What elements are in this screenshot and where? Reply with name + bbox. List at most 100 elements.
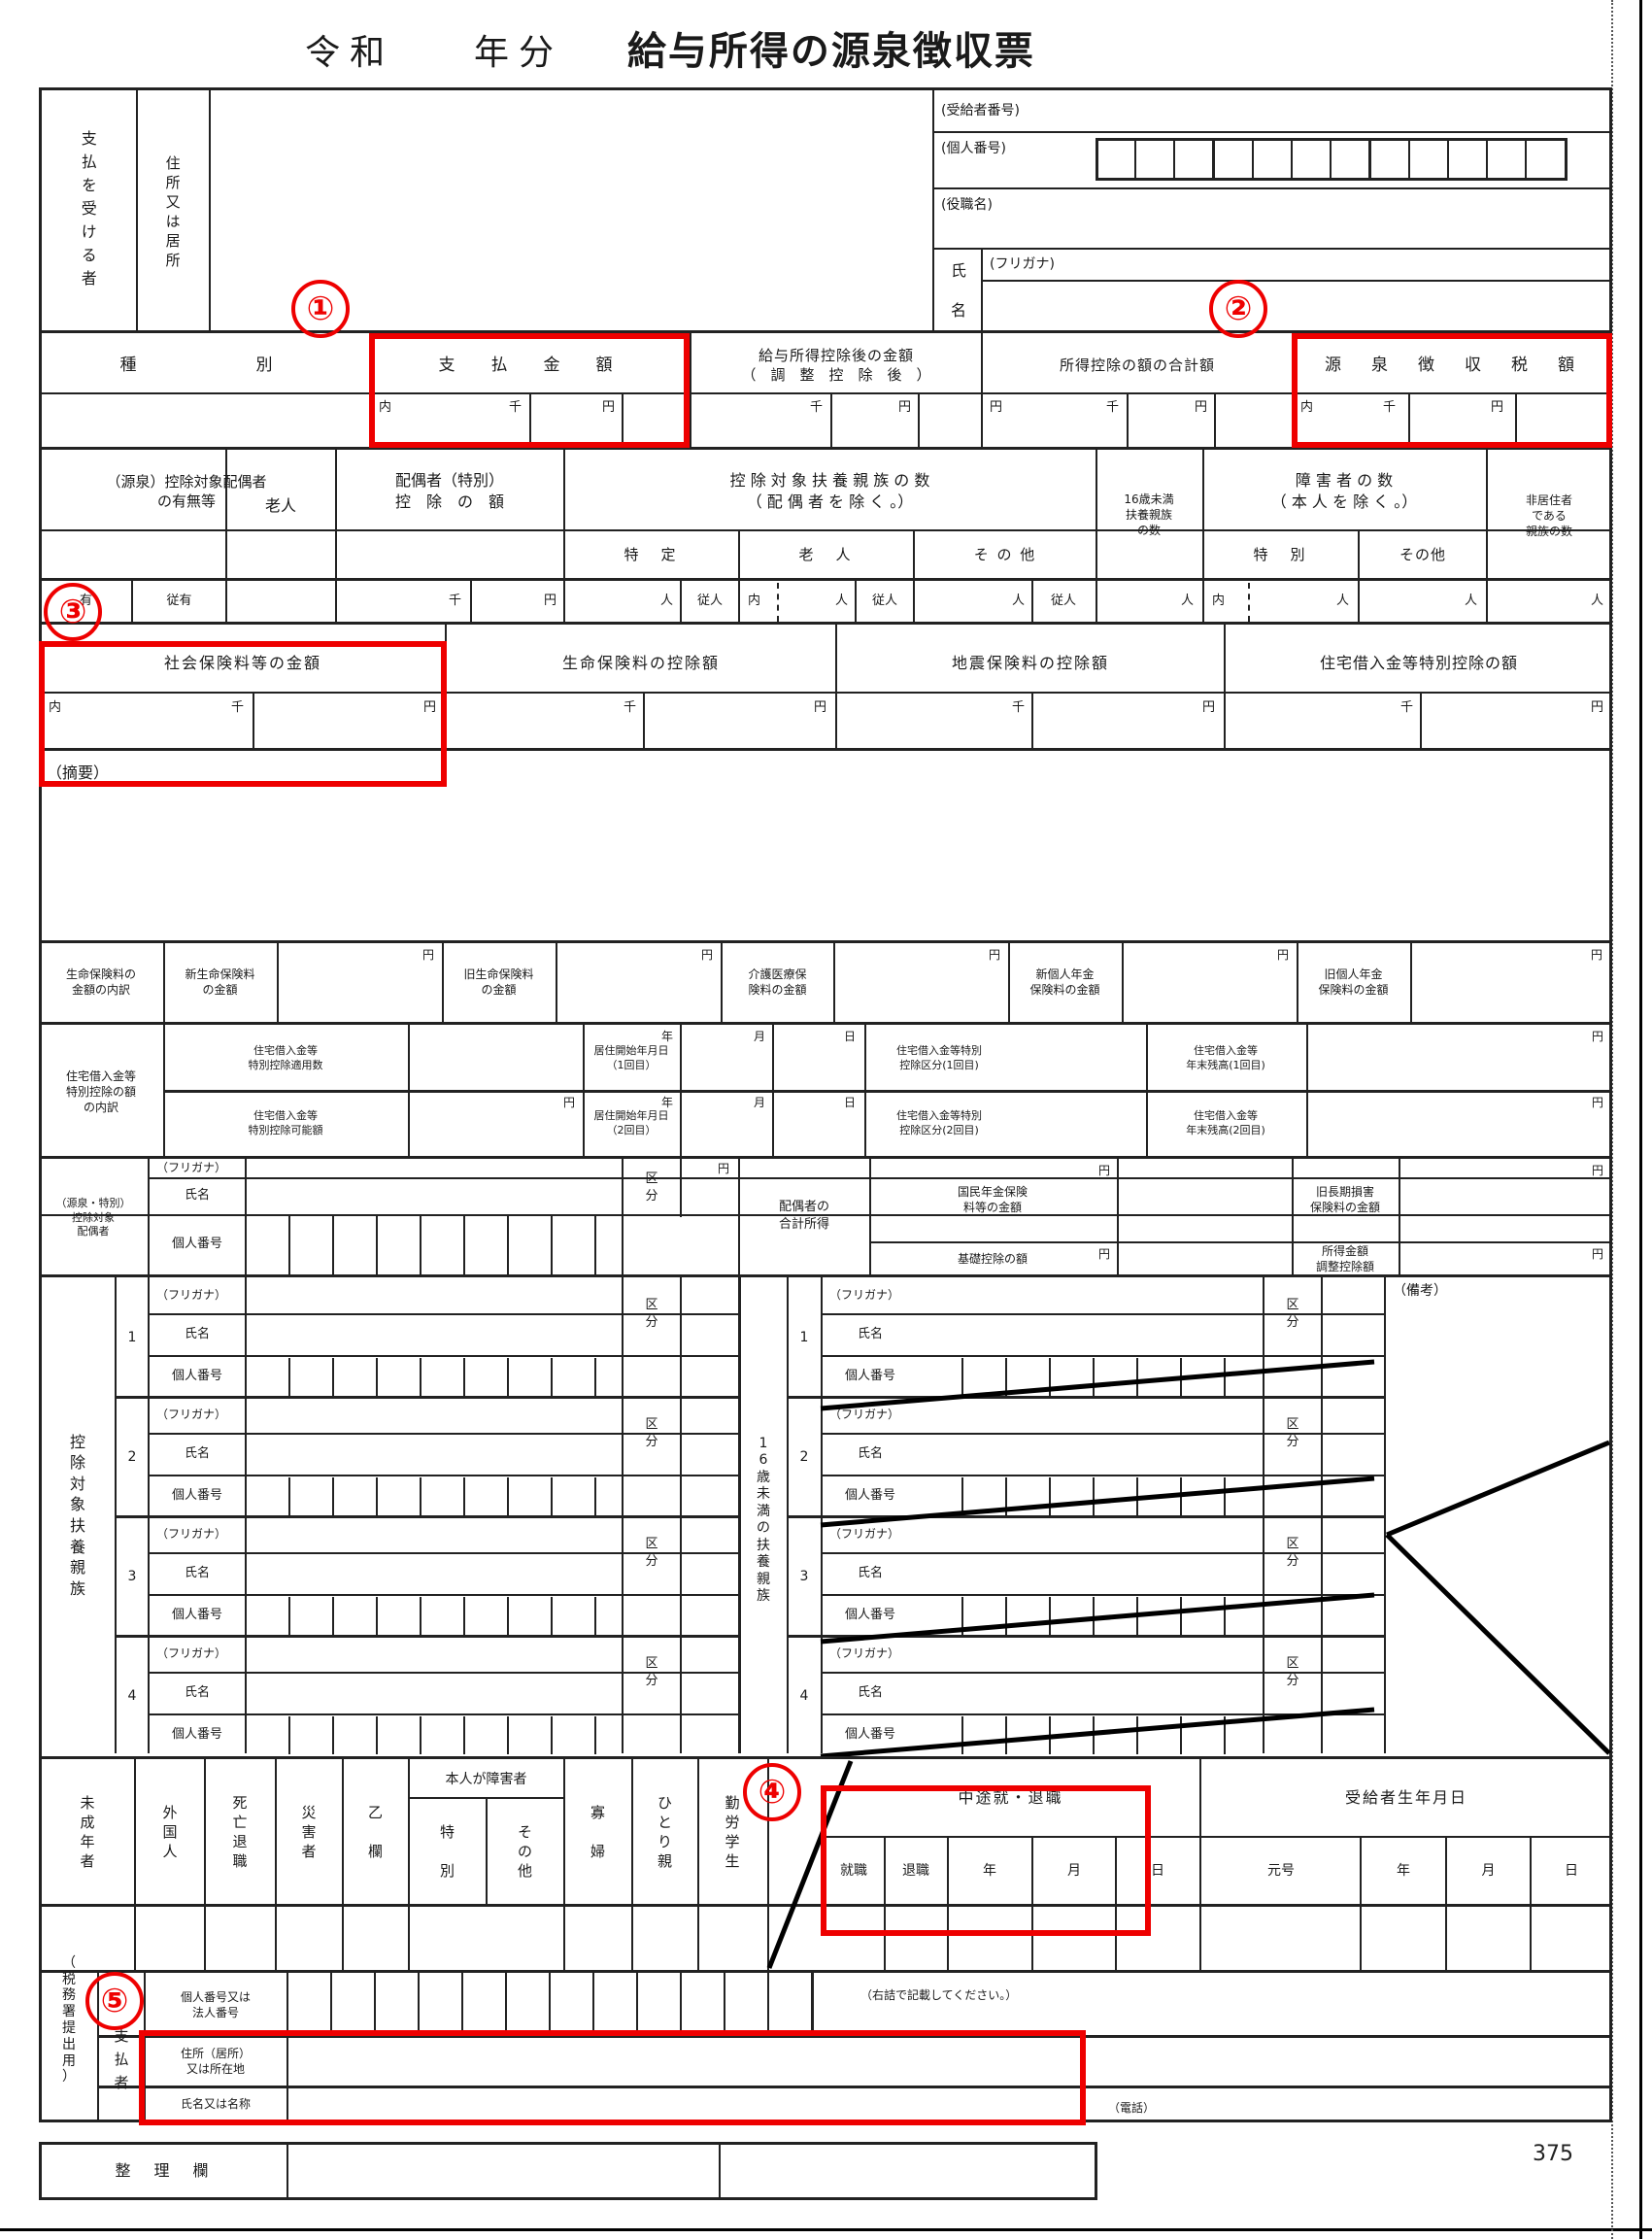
furigana-label: (フリガナ) bbox=[990, 255, 1055, 272]
divider bbox=[148, 1159, 150, 1277]
care-medical-label: 介護医療保 険料の金額 bbox=[748, 967, 807, 997]
divider bbox=[1031, 694, 1033, 748]
personal-number-boxes[interactable] bbox=[1096, 138, 1568, 181]
divider bbox=[622, 394, 624, 447]
dependents-right-label: 1 6 歳 未 満 の 扶 養 親 族 bbox=[757, 1435, 770, 1605]
spouse-income-label: 配偶者の 合計所得 bbox=[778, 1200, 829, 1232]
divider bbox=[39, 1274, 1612, 1277]
name-label: 氏名 bbox=[184, 1326, 210, 1341]
annotation-marker-1: ① bbox=[291, 280, 350, 338]
status-b-column: 乙 欄 bbox=[367, 1803, 383, 1861]
pn-cell-div bbox=[507, 1216, 509, 1274]
marker-inner: 内 bbox=[379, 399, 392, 415]
pn-cell-div bbox=[636, 1973, 638, 2035]
job-title-label: (役職名) bbox=[941, 196, 993, 213]
pn-cell-div bbox=[1525, 138, 1527, 181]
pn-cell-div bbox=[594, 1216, 596, 1274]
receipt-number-label: (受給者番号) bbox=[941, 102, 1020, 119]
pn-cell-div bbox=[592, 1973, 594, 2035]
status-foreigner: 外 国 人 bbox=[162, 1803, 178, 1861]
row-index: 2 bbox=[799, 1448, 809, 1465]
pn-cell-div bbox=[724, 1973, 725, 2035]
divider bbox=[245, 1159, 247, 1277]
classification-label: 区 分 bbox=[645, 1537, 658, 1569]
marker-yen: 円 bbox=[601, 399, 615, 415]
yen-marker: 円 bbox=[1097, 1247, 1110, 1261]
retirement-day-label: 日 bbox=[1151, 1862, 1164, 1879]
unit-person: 人 bbox=[659, 593, 673, 608]
name-label: 氏名 bbox=[184, 1684, 210, 1700]
divider bbox=[115, 1635, 738, 1638]
marker-thousand: 千 bbox=[230, 699, 244, 715]
divider bbox=[932, 187, 1612, 189]
unit-follow-person: 従人 bbox=[871, 593, 897, 608]
divider bbox=[833, 943, 835, 1022]
payer-address-label: 住所（居所） 又は所在地 bbox=[180, 2046, 251, 2076]
divider bbox=[1122, 943, 1124, 1022]
special-label: 特 別 bbox=[1253, 546, 1309, 564]
divider bbox=[277, 943, 279, 1022]
divider bbox=[932, 248, 1612, 250]
year-end-1-label: 住宅借入金等 年末残高(1回目) bbox=[1186, 1044, 1265, 1071]
yen-marker: 円 bbox=[717, 1162, 729, 1175]
divider bbox=[287, 2142, 288, 2200]
annotation-marker-5: ⑤ bbox=[85, 1972, 144, 2030]
marker-thousand: 千 bbox=[1399, 699, 1413, 715]
divider bbox=[772, 1025, 774, 1159]
marker-thousand: 千 bbox=[1011, 699, 1025, 715]
name-label: 氏名 bbox=[184, 1445, 210, 1461]
marker-yen: 円 bbox=[897, 399, 911, 415]
marker-thousand: 千 bbox=[1105, 399, 1119, 415]
divider bbox=[39, 578, 1612, 581]
divider bbox=[148, 1594, 738, 1596]
pn-cell-div bbox=[420, 1216, 421, 1274]
pn-cell-div bbox=[418, 1973, 420, 2035]
divider bbox=[39, 447, 1612, 450]
housing-loan-header: 住宅借入金等特別控除の額 bbox=[1319, 653, 1518, 672]
annotation-marker-3: ③ bbox=[44, 583, 102, 641]
divider bbox=[680, 1025, 682, 1159]
divider bbox=[39, 622, 1612, 625]
title-year-suffix: 年分 bbox=[474, 33, 564, 73]
marker-inner: 内 bbox=[1300, 399, 1314, 415]
pn-cell-div bbox=[1252, 138, 1254, 181]
disabled-count-label: 障 害 者 の 数 （ 本 人 を 除 く 。） bbox=[1270, 471, 1418, 511]
birth-month-label: 月 bbox=[1481, 1862, 1496, 1879]
annotation-marker-2: ② bbox=[1209, 280, 1267, 338]
withholding-tax-certificate-page: 令和 年分 給与所得の源泉徴収票 支払を受ける者 住所又は居所 (受給者番号) … bbox=[0, 0, 1652, 2239]
marker-yen: 円 bbox=[543, 593, 556, 608]
page-title: 令和 年分 給与所得の源泉徴収票 bbox=[0, 19, 1340, 76]
housing-breakdown-row-label: 住宅借入金等 特別控除の額 の内訳 bbox=[65, 1069, 136, 1115]
elderly-label: 老人 bbox=[264, 495, 296, 515]
applicable-count-label: 住宅借入金等 特別控除適用数 bbox=[248, 1044, 323, 1071]
classification-label: 区 分 bbox=[645, 1298, 658, 1330]
pn-cell-div bbox=[1134, 138, 1136, 181]
divider bbox=[869, 1241, 1612, 1243]
life-breakdown-row-label: 生命保険料の 金額の内訳 bbox=[65, 967, 136, 997]
recipient-name-label: 氏名 bbox=[950, 260, 966, 320]
status-death-retirement: 死 亡 退 職 bbox=[232, 1793, 248, 1871]
type-header: 種 別 bbox=[119, 356, 290, 376]
new-pension-label: 新個人年金 保険料の金額 bbox=[1029, 967, 1100, 997]
divider bbox=[1117, 1159, 1119, 1277]
divider bbox=[148, 1713, 738, 1715]
personal-number-label: 個人番号 bbox=[171, 1607, 222, 1622]
month-marker: 月 bbox=[753, 1096, 765, 1109]
unit-person: 人 bbox=[1335, 593, 1349, 608]
pn-cell-div bbox=[1486, 138, 1488, 181]
status-widow: 寡 婦 bbox=[590, 1803, 605, 1861]
divider bbox=[1306, 1025, 1308, 1159]
divider bbox=[39, 330, 1612, 333]
retirement-title: 中途就・退職 bbox=[958, 1787, 1063, 1807]
birth-day-label: 日 bbox=[1565, 1862, 1578, 1879]
dependents-left-label: 控 除 対 象 扶 養 親 族 bbox=[69, 1432, 85, 1598]
divider bbox=[39, 692, 1612, 694]
divider bbox=[918, 394, 920, 447]
divider bbox=[115, 1396, 738, 1399]
unit-person: 人 bbox=[834, 593, 848, 608]
row-index: 2 bbox=[127, 1448, 137, 1465]
divider bbox=[1399, 1159, 1400, 1277]
classification-label: 区 分 bbox=[645, 1171, 658, 1204]
divider bbox=[148, 1475, 738, 1476]
marker-yen: 円 bbox=[1490, 399, 1503, 415]
